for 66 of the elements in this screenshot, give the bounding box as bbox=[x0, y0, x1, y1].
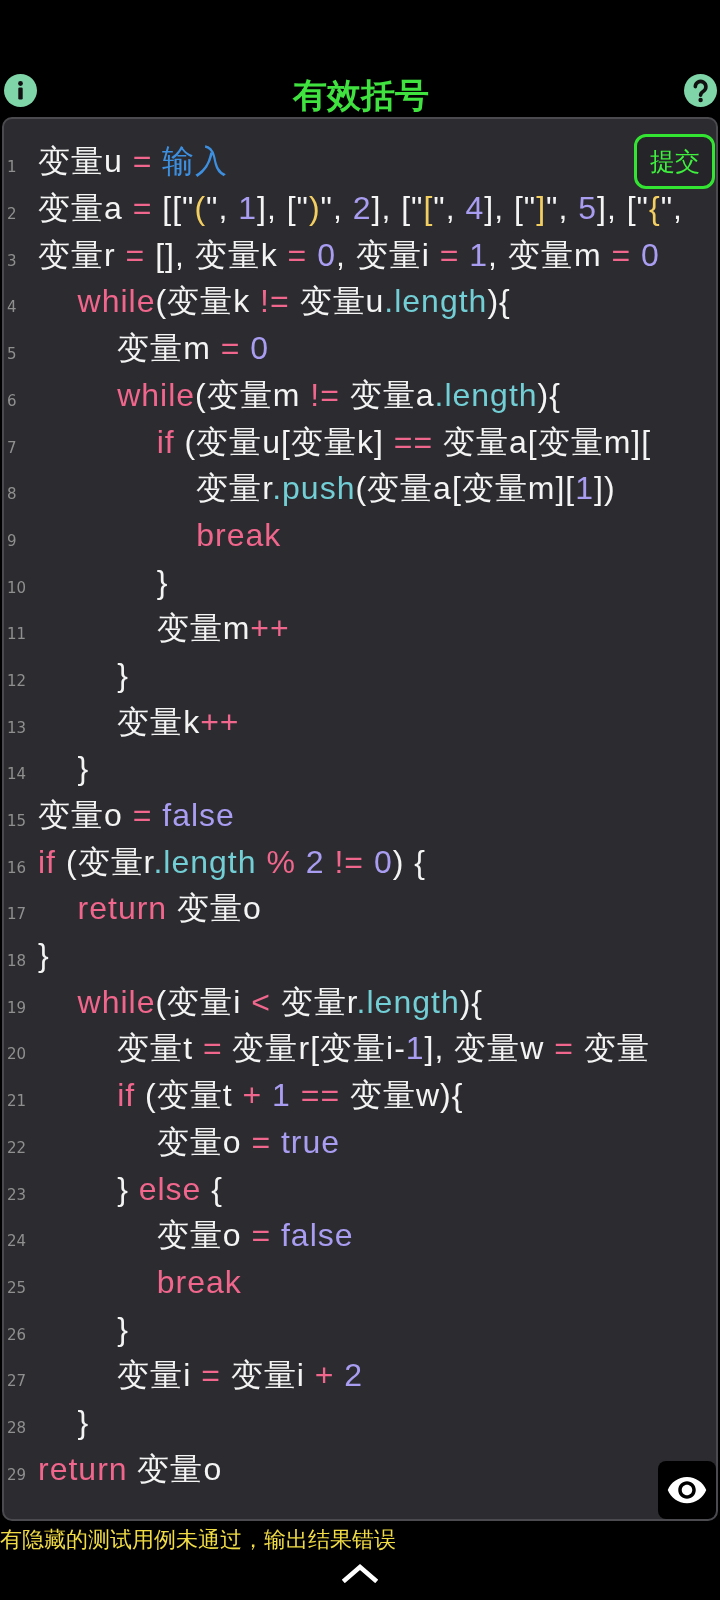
code-line: 变量m++ bbox=[156, 610, 290, 647]
code-line: while(变量m != 变量a.length){ bbox=[117, 376, 561, 413]
line-number: 8 bbox=[7, 485, 17, 504]
line-number: 27 bbox=[7, 1372, 27, 1391]
code-line: return 变量o bbox=[77, 890, 262, 927]
line-number: 16 bbox=[7, 858, 27, 877]
code-line: 变量o = false bbox=[38, 797, 235, 833]
code-line: break bbox=[156, 1263, 242, 1300]
code-line: if (变量t + 1 == 变量w){ bbox=[117, 1077, 464, 1114]
code-line: while(变量i < 变量r.length){ bbox=[77, 983, 484, 1020]
line-number: 29 bbox=[7, 1465, 27, 1484]
code-line: } bbox=[77, 1403, 90, 1440]
line-number: 2 bbox=[7, 205, 17, 224]
code-editor[interactable] bbox=[2, 117, 718, 1521]
code-line: } bbox=[38, 937, 50, 974]
code-line: 变量t = 变量r[变量i-1], 变量w = 变量 bbox=[117, 1030, 650, 1067]
info-icon[interactable] bbox=[4, 74, 37, 107]
line-number: 1 bbox=[7, 158, 17, 177]
code-line: 变量o = true bbox=[156, 1123, 341, 1160]
code-line: } bbox=[117, 656, 129, 693]
line-number: 19 bbox=[7, 998, 27, 1017]
line-number: 20 bbox=[7, 1045, 27, 1064]
code-line: 变量a = [["(", 1], [")", 2], ["[", 4], ["]", 5], ["{", bbox=[38, 190, 683, 227]
code-line: } bbox=[156, 563, 169, 600]
line-number: 4 bbox=[7, 298, 17, 317]
line-number: 9 bbox=[7, 531, 17, 550]
line-number: 7 bbox=[7, 438, 17, 457]
line-number: 22 bbox=[7, 1138, 27, 1157]
visibility-button[interactable] bbox=[658, 1461, 716, 1519]
code-line: 变量i = 变量i + 2 bbox=[117, 1357, 364, 1394]
line-number: 15 bbox=[7, 812, 27, 830]
code-line: 变量u = 输入 bbox=[38, 143, 229, 180]
code-line: 变量r.push(变量a[变量m][1]) bbox=[196, 470, 616, 507]
submit-button[interactable]: 提交 bbox=[634, 134, 715, 189]
help-icon[interactable] bbox=[684, 74, 717, 107]
code-line: if (变量r.length % 2 != 0) { bbox=[38, 843, 426, 880]
line-number: 14 bbox=[7, 765, 27, 784]
line-number: 18 bbox=[7, 952, 27, 971]
page-title: 有效括号 bbox=[292, 75, 429, 115]
line-number: 28 bbox=[7, 1418, 27, 1437]
line-number: 3 bbox=[7, 251, 17, 270]
code-line: return 变量o bbox=[38, 1450, 223, 1487]
code-line: } bbox=[77, 750, 90, 787]
line-number: 25 bbox=[7, 1278, 27, 1297]
code-line: if (变量u[变量k] == 变量a[变量m][ bbox=[156, 423, 652, 460]
code-line: } else { bbox=[117, 1170, 223, 1207]
line-number: 23 bbox=[7, 1185, 27, 1204]
line-number: 5 bbox=[7, 345, 17, 364]
code-line: while(变量k != 变量u.length){ bbox=[77, 283, 511, 320]
line-number: 12 bbox=[7, 671, 27, 690]
line-number: 26 bbox=[7, 1325, 27, 1344]
line-number: 24 bbox=[7, 1232, 27, 1251]
code-line: 变量k++ bbox=[117, 703, 240, 740]
line-number: 11 bbox=[7, 625, 27, 644]
code-line: 变量r = [], 变量k = 0, 变量i = 1, 变量m = 0 bbox=[38, 236, 660, 273]
line-number: 21 bbox=[7, 1092, 27, 1111]
code-line: 变量o = false bbox=[156, 1217, 354, 1254]
error-message: 有隐藏的测试用例未通过，输出结果错误 bbox=[0, 1526, 396, 1554]
line-number: 10 bbox=[7, 578, 27, 597]
line-number: 6 bbox=[7, 391, 17, 410]
code-line: 变量m = 0 bbox=[117, 330, 270, 367]
line-number: 13 bbox=[7, 718, 27, 737]
line-number: 17 bbox=[7, 905, 27, 924]
code-line: } bbox=[117, 1310, 129, 1347]
code-line: break bbox=[196, 516, 282, 553]
chevron-up-icon[interactable] bbox=[342, 1563, 378, 1583]
